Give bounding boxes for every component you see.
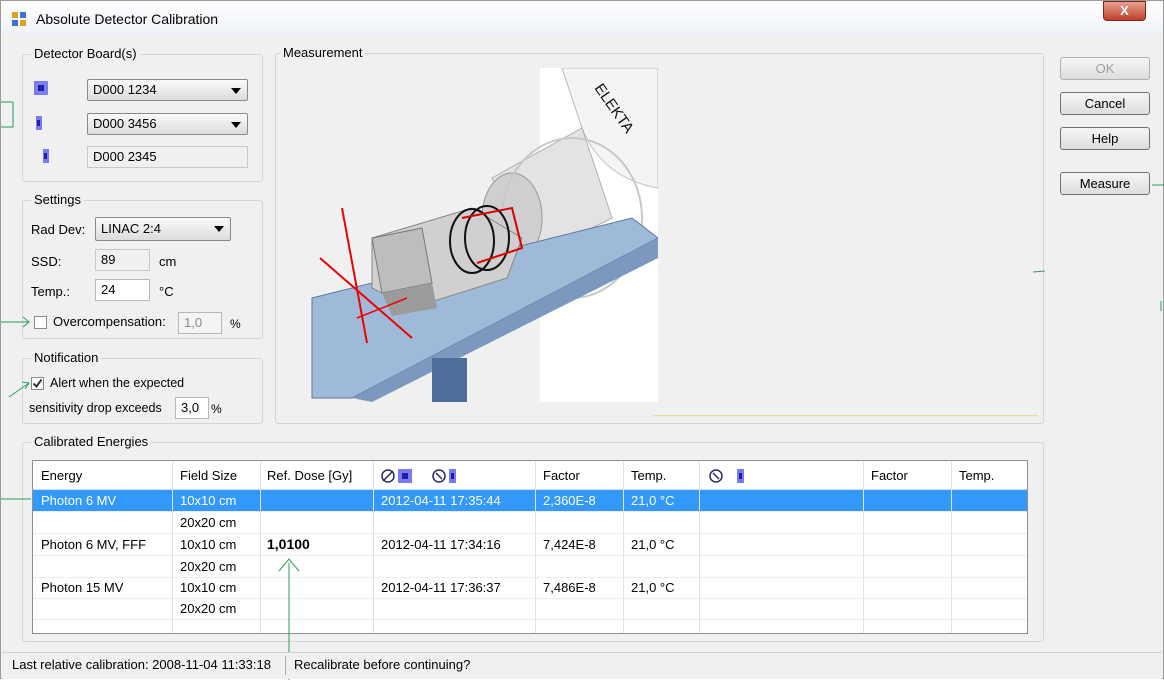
status-recalibrate: Recalibrate before continuing?	[294, 657, 471, 672]
status-bar: Last relative calibration: 2008-11-04 11…	[2, 652, 1162, 679]
status-last-calibration: Last relative calibration: 2008-11-04 11…	[12, 657, 271, 672]
annotation-callouts	[1, 101, 1164, 680]
status-separator	[285, 656, 286, 675]
calibration-window: Absolute Detector Calibration X Detector…	[0, 0, 1164, 680]
